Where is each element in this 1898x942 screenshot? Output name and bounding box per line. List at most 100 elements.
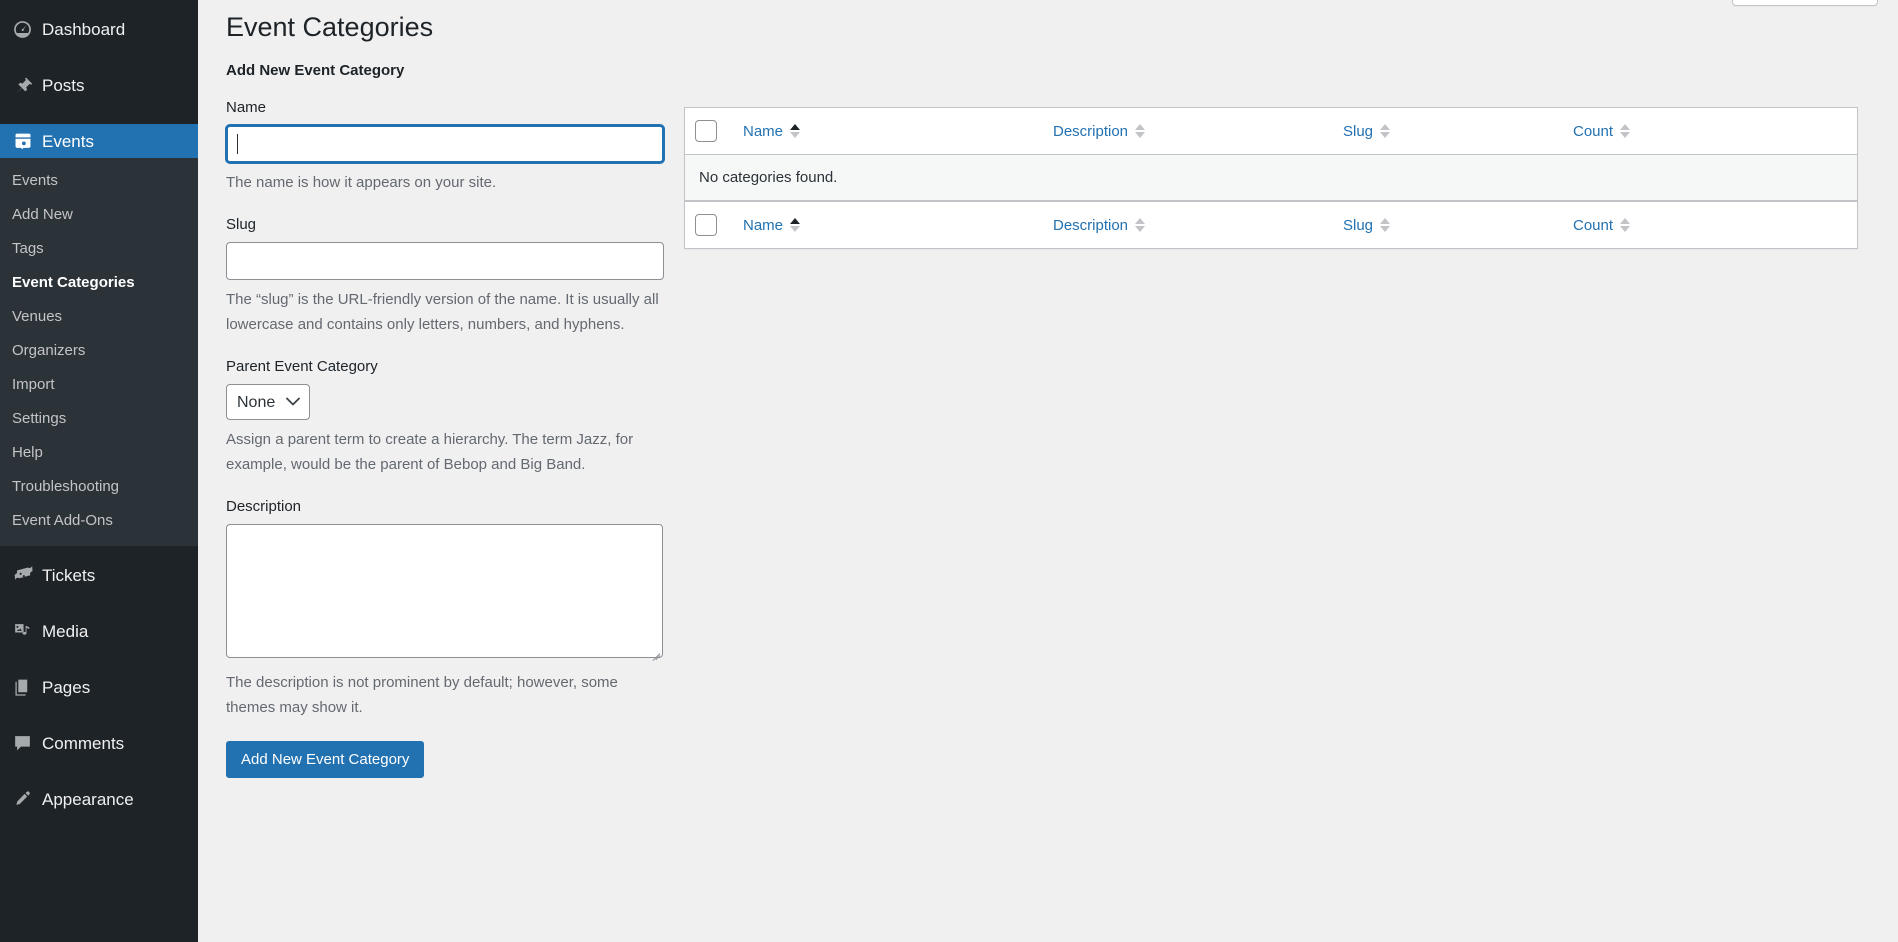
sidebar-separator-6: [0, 704, 198, 726]
sidebar-top-spacer: [0, 0, 198, 12]
form-heading: Add New Event Category: [226, 62, 405, 79]
sort-arrows-icon: [1620, 124, 1631, 139]
select-all-footer-header: [685, 201, 733, 249]
table-foot: Name Description Slug Count: [685, 201, 1857, 249]
sidebar-item-label: Posts: [42, 75, 85, 95]
add-category-form-column: Add New Event Category Name The name is …: [198, 62, 670, 942]
sidebar-separator-1: [0, 46, 198, 68]
sidebar-separator-7: [0, 760, 198, 782]
main-content-area: Screen Options▼ Event Categories Add New…: [198, 0, 1898, 942]
table-body: No categories found.: [685, 155, 1857, 202]
text-caret: [237, 134, 238, 154]
sidebar-item-dashboard[interactable]: Dashboard: [0, 12, 198, 46]
no-categories-message: No categories found.: [685, 155, 1857, 202]
sidebar-subitem-event-categories[interactable]: Event Categories: [0, 266, 198, 300]
sidebar-subitem-import[interactable]: Import: [0, 368, 198, 402]
description-help-text: The description is not prominent by defa…: [226, 674, 618, 716]
sidebar-subitem-add-new[interactable]: Add New: [0, 198, 198, 232]
sidebar-item-appearance[interactable]: Appearance: [0, 782, 198, 816]
sort-control-slug[interactable]: Slug: [1343, 121, 1391, 142]
column-label: Description: [1053, 122, 1129, 140]
slug-input[interactable]: [226, 242, 664, 280]
sort-control-name-footer[interactable]: Name: [743, 215, 801, 236]
table-header-row: Name Description Slug Count: [685, 108, 1857, 156]
sidebar-separator-2: [0, 102, 198, 124]
column-label: Count: [1573, 122, 1614, 140]
sidebar-subitem-tags[interactable]: Tags: [0, 232, 198, 266]
sort-control-count[interactable]: Count: [1573, 121, 1631, 142]
table-head: Name Description Slug Count: [685, 108, 1857, 156]
sidebar-item-label: Media: [42, 621, 89, 641]
description-textarea-wrapper: [226, 524, 663, 661]
sidebar-separator-4: [0, 592, 198, 614]
media-icon: [12, 621, 42, 642]
empty-state-row: No categories found.: [685, 155, 1857, 202]
sidebar-item-label: Comments: [42, 733, 125, 753]
name-help-text: The name is how it appears on your site.: [226, 174, 497, 191]
parent-field-group: Parent Event Category None Assign a pare…: [226, 356, 670, 477]
parent-select-wrapper: None: [226, 384, 310, 420]
pin-icon: [12, 75, 42, 96]
description-textarea[interactable]: [226, 524, 663, 658]
select-all-checkbox[interactable]: [695, 120, 717, 143]
sort-arrows-icon: [1620, 218, 1631, 233]
column-header-count[interactable]: Count: [1563, 108, 1857, 156]
column-header-slug[interactable]: Slug: [1333, 108, 1563, 156]
sort-control-description[interactable]: Description: [1053, 121, 1146, 142]
ticket-icon: [12, 565, 42, 586]
sidebar-subitem-venues[interactable]: Venues: [0, 300, 198, 334]
sidebar-subitem-events[interactable]: Events: [0, 164, 198, 198]
name-input-holder: [226, 125, 664, 163]
description-field-group: Description The description is not promi…: [226, 496, 670, 720]
sidebar-subitem-settings[interactable]: Settings: [0, 402, 198, 436]
column-footer-description[interactable]: Description: [1043, 201, 1333, 249]
parent-label: Parent Event Category: [226, 358, 378, 375]
column-footer-count[interactable]: Count: [1563, 201, 1857, 249]
sidebar-item-media[interactable]: Media: [0, 614, 198, 648]
sidebar-subitem-troubleshooting[interactable]: Troubleshooting: [0, 470, 198, 504]
screen-options-toggle[interactable]: Screen Options▼: [1731, 0, 1878, 6]
parent-category-select[interactable]: None: [226, 384, 310, 420]
sidebar-subitem-organizers[interactable]: Organizers: [0, 334, 198, 368]
sidebar-item-posts[interactable]: Posts: [0, 68, 198, 102]
table-footer-row: Name Description Slug Count: [685, 201, 1857, 249]
sort-arrows-icon: [1380, 124, 1391, 139]
column-footer-slug[interactable]: Slug: [1333, 201, 1563, 249]
pages-icon: [12, 677, 42, 698]
sort-arrows-icon: [1135, 124, 1146, 139]
admin-sidebar-menu: Dashboard Posts Events Events Add New Ta…: [0, 0, 198, 942]
column-header-name[interactable]: Name: [733, 108, 1043, 156]
page-title: Event Categories: [226, 12, 434, 42]
sidebar-item-label: Events: [42, 131, 94, 151]
column-label: Name: [743, 122, 784, 140]
column-header-description[interactable]: Description: [1043, 108, 1333, 156]
slug-label: Slug: [226, 216, 257, 233]
add-new-event-category-button[interactable]: Add New Event Category: [226, 741, 425, 778]
comment-icon: [12, 733, 42, 754]
dashboard-icon: [12, 19, 42, 40]
content-columns: Add New Event Category Name The name is …: [198, 62, 1898, 942]
sidebar-separator-5: [0, 648, 198, 670]
name-input[interactable]: [226, 125, 664, 163]
sort-arrows-icon: [1380, 218, 1391, 233]
column-footer-name[interactable]: Name: [733, 201, 1043, 249]
select-all-checkbox-footer[interactable]: [695, 214, 717, 237]
sidebar-item-events[interactable]: Events: [0, 124, 198, 158]
sort-control-name[interactable]: Name: [743, 121, 801, 142]
categories-table-column: Name Description Slug Count No categorie…: [670, 62, 1898, 942]
sort-control-slug-footer[interactable]: Slug: [1343, 215, 1391, 236]
sort-arrows-icon: [1135, 218, 1146, 233]
wordpress-admin-screen: Dashboard Posts Events Events Add New Ta…: [0, 0, 1898, 942]
sidebar-subitem-help[interactable]: Help: [0, 436, 198, 470]
sort-arrows-icon: [790, 124, 801, 139]
sort-control-description-footer[interactable]: Description: [1053, 215, 1146, 236]
column-label: Name: [743, 216, 784, 234]
calendar-icon: [12, 130, 42, 152]
sidebar-item-tickets[interactable]: Tickets: [0, 558, 198, 592]
parent-help-text: Assign a parent term to create a hierarc…: [226, 431, 634, 473]
sort-control-count-footer[interactable]: Count: [1573, 215, 1631, 236]
sidebar-item-pages[interactable]: Pages: [0, 670, 198, 704]
sidebar-item-comments[interactable]: Comments: [0, 726, 198, 760]
sidebar-subitem-event-add-ons[interactable]: Event Add-Ons: [0, 504, 198, 538]
sidebar-item-label: Appearance: [42, 789, 134, 809]
